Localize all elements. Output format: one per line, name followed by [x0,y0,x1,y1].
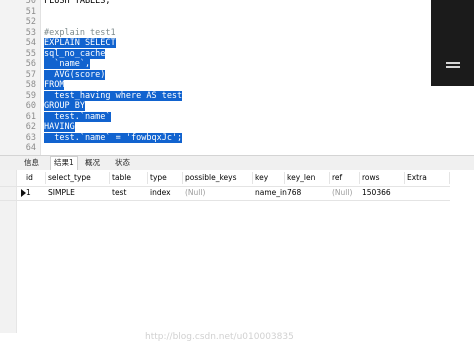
line-number: 52 [25,17,36,27]
line-number: 57 [25,69,36,80]
code-line[interactable]: HAVING [44,122,75,133]
cell-ref[interactable]: (Null) [330,187,360,199]
result-grid[interactable]: http://blog.csdn.net/u010003835 id selec… [0,170,474,342]
line-number: 63 [25,132,36,143]
cell-key[interactable]: name_in [253,187,287,199]
column-header-key[interactable]: key [253,172,285,184]
watermark: http://blog.csdn.net/u010003835 [145,332,294,342]
tab-result1[interactable]: 结果1 [50,156,78,170]
code-line[interactable]: #explain test1 [44,28,116,39]
cell-rows[interactable]: 150366 [360,187,405,199]
cell-table[interactable]: test [110,187,148,199]
grid-header-row: id select_type table type possible_keys … [0,172,450,185]
table-row[interactable]: 1 SIMPLE test index (Null) name_in 768 (… [0,186,450,201]
cell-type[interactable]: index [148,187,183,199]
code-text: FLUSH TABLES; [44,0,111,6]
code-line[interactable]: FLUSH TABLES; [44,0,111,7]
column-header-type[interactable]: type [148,172,183,184]
dark-side-panel [431,0,474,86]
line-number: 58 [25,80,36,90]
result-tab-bar: 信息 结果1 概况 状态 [0,155,474,170]
column-header-possible-keys[interactable]: possible_keys [183,172,253,184]
code-line[interactable]: test_having where AS test [44,90,183,102]
selected-code-text: AVG(score) [44,69,106,80]
tab-info[interactable]: 信息 [21,157,42,169]
line-number: 61 [25,111,36,122]
column-header-extra[interactable]: Extra [405,172,450,184]
selected-code-text: GROUP BY [44,101,85,111]
sql-editor[interactable]: 50 51 52 53 54 55 56 57 58 59 60 61 62 63 64 FLUSH TAB… [0,0,474,155]
cell-extra[interactable] [405,187,450,199]
line-number: 54 [25,38,36,48]
code-text: #explain test1 [44,27,116,38]
column-header-rows[interactable]: rows [360,172,405,184]
tab-status[interactable]: 状态 [112,157,133,169]
selected-code-text: `name`, [44,59,91,69]
line-number: 51 [25,6,36,17]
code-line[interactable]: test.`name` = 'fowbqxJc'; [44,132,183,144]
code-line[interactable]: EXPLAIN SELECT [44,38,116,49]
line-number: 55 [25,48,36,59]
code-line[interactable]: test.`name` [44,111,111,123]
cell-id[interactable]: 1 [24,187,46,199]
line-number-gutter: 50 51 52 53 54 55 56 57 58 59 60 61 62 63 64 [0,0,41,155]
line-number: 60 [25,101,36,111]
line-number: 59 [25,90,36,101]
code-line[interactable]: FROM [44,80,65,91]
cell-possible-keys[interactable]: (Null) [183,187,253,199]
selected-code-text: FROM [44,80,65,90]
code-line[interactable]: AVG(score) [44,69,106,81]
column-header-ref[interactable]: ref [330,172,360,184]
code-line[interactable]: sql_no_cache [44,48,106,60]
code-line[interactable]: GROUP BY [44,101,85,112]
selected-code-text: sql_no_cache [44,48,106,59]
cell-key-len[interactable]: 768 [285,187,330,199]
column-header-id[interactable]: id [24,172,46,184]
column-header-table[interactable]: table [110,172,148,184]
menu-icon[interactable] [446,62,460,71]
selected-code-text: test.`name` [44,111,111,122]
line-number: 53 [25,27,36,38]
tab-profile[interactable]: 概况 [82,157,103,169]
cell-select-type[interactable]: SIMPLE [46,187,110,199]
selected-code-text: HAVING [44,122,75,132]
line-number: 56 [25,59,36,69]
column-header-select-type[interactable]: select_type [46,172,110,184]
line-number: 64 [25,143,36,153]
selected-code-text: test.`name` = 'fowbqxJc'; [44,132,183,143]
selected-code-text: EXPLAIN SELECT [44,38,116,48]
code-line[interactable]: `name`, [44,59,91,70]
line-number: 62 [25,122,36,132]
column-header-key-len[interactable]: key_len [285,172,330,184]
selected-code-text: test_having where AS test [44,90,183,101]
